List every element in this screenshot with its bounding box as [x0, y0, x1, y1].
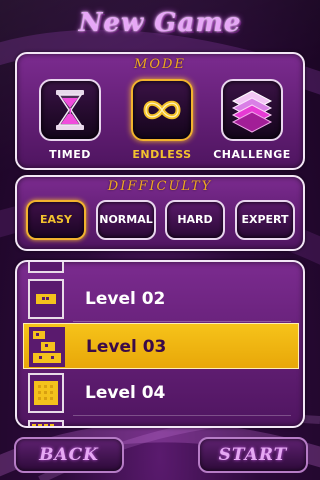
level-list[interactable]: Level 02 Level 03 Level 04 — [15, 260, 305, 428]
mode-challenge-button[interactable]: CHALLENGE — [213, 79, 290, 187]
page-title: New Game — [78, 8, 242, 38]
level-name: Level 02 — [85, 289, 166, 309]
difficulty-normal-button[interactable]: NORMAL — [96, 200, 156, 240]
difficulty-easy-button[interactable]: EASY — [26, 200, 86, 240]
level-name: Level 03 — [86, 337, 167, 357]
level-row-partial-bottom[interactable] — [23, 417, 299, 426]
level-row-03[interactable]: Level 03 — [23, 323, 299, 369]
difficulty-hard-button[interactable]: HARD — [165, 200, 225, 240]
difficulty-caption: DIFFICULTY — [107, 179, 213, 194]
stacked-layers-icon — [231, 90, 273, 133]
difficulty-panel: DIFFICULTY EASY NORMAL HARD EXPERT — [15, 175, 305, 251]
level-row-02[interactable]: Level 02 — [23, 276, 299, 322]
level-row-04[interactable]: Level 04 — [23, 370, 299, 416]
level-03-thumbnail — [29, 327, 65, 367]
mode-challenge-tile — [221, 79, 283, 141]
mode-endless-label: ENDLESS — [132, 148, 192, 161]
back-button[interactable]: BACK — [14, 437, 124, 473]
row-divider — [73, 415, 291, 416]
level-02-thumbnail — [28, 279, 64, 319]
mode-caption: MODE — [134, 57, 186, 72]
level-thumbnail — [28, 262, 64, 273]
level-thumbnail — [28, 420, 64, 426]
mode-timed-label: TIMED — [49, 148, 91, 161]
start-button[interactable]: START — [198, 437, 308, 473]
mode-endless-button[interactable]: ENDLESS — [129, 79, 195, 187]
level-04-thumbnail — [28, 373, 64, 413]
level-row-partial[interactable] — [23, 262, 299, 276]
level-name: Level 04 — [85, 383, 166, 403]
hourglass-icon — [56, 90, 84, 130]
mode-endless-tile — [131, 79, 193, 141]
difficulty-expert-button[interactable]: EXPERT — [235, 200, 295, 240]
mode-timed-button[interactable]: TIMED — [37, 79, 103, 187]
mode-challenge-label: CHALLENGE — [213, 148, 291, 161]
row-divider — [73, 321, 291, 322]
mode-panel: MODE TIMED ENDLESS CHALLENGE — [15, 52, 305, 170]
infinity-icon — [143, 100, 181, 120]
mode-timed-tile — [39, 79, 101, 141]
